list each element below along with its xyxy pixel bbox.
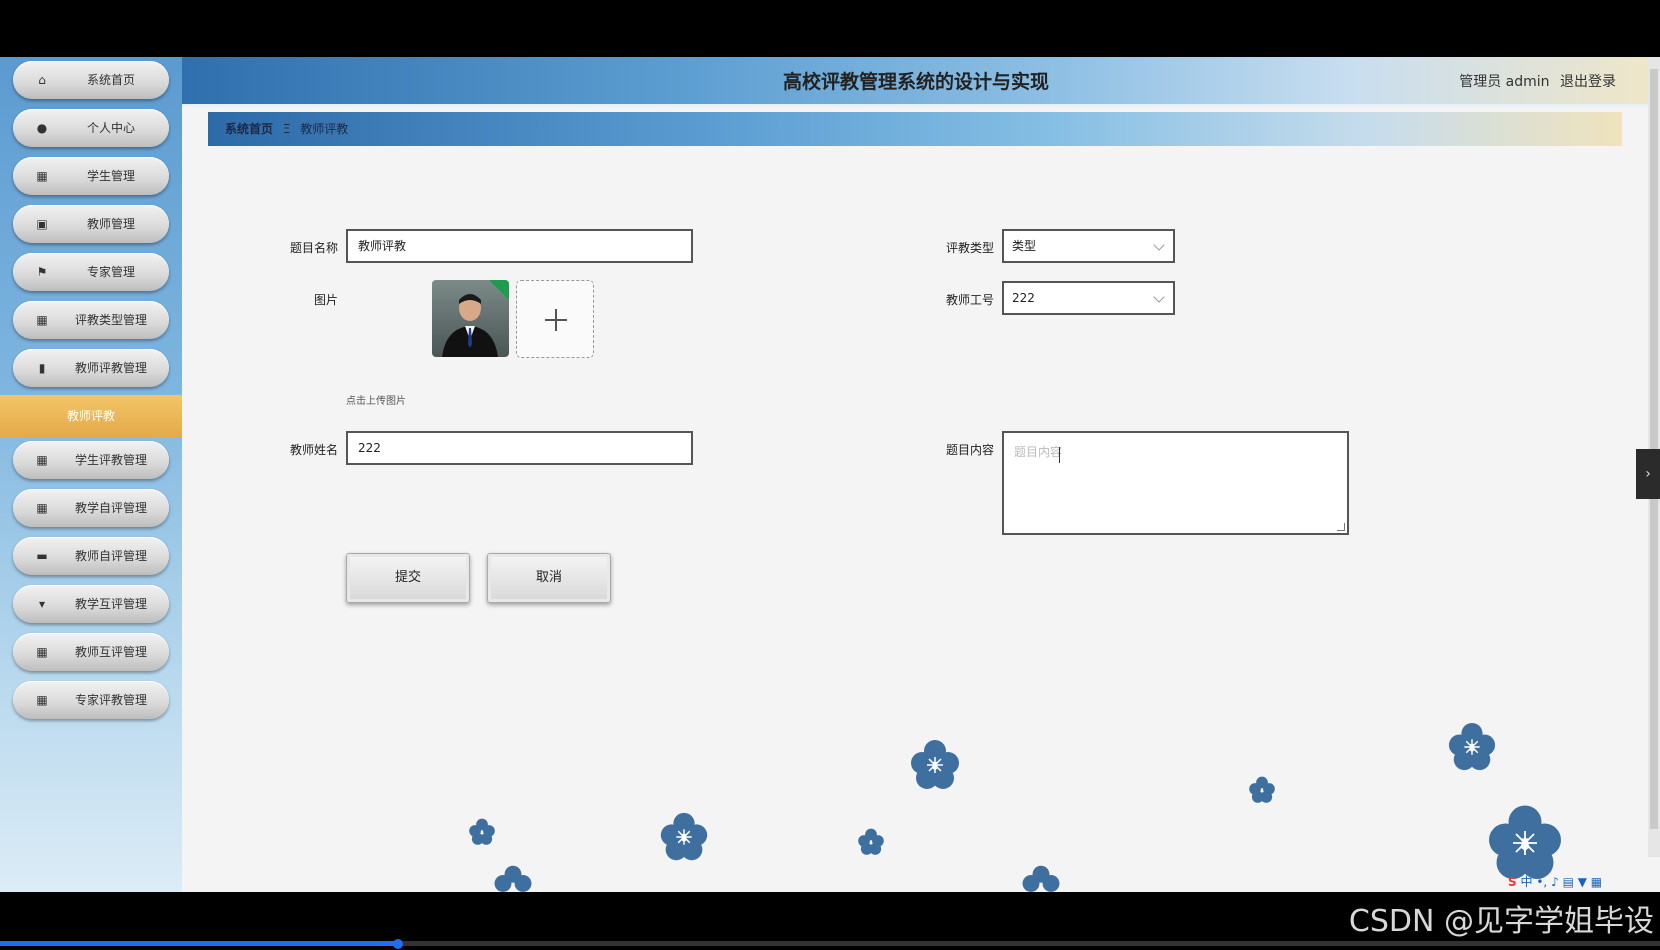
video-progress-knob[interactable]	[393, 939, 404, 949]
sidebar-item-label: 评教类型管理	[74, 313, 147, 327]
sidebar-item-label: 学生评教管理	[74, 453, 147, 467]
breadcrumb-current: 教师评教	[300, 122, 349, 136]
sidebar: ⌂ 系统首页 ● 个人中心 ▦ 学生管理 ▣ 教师管理 ⚑ 专家管理 ▦ 评教类…	[0, 57, 182, 892]
flower-decoration-icon	[1249, 776, 1275, 803]
ime-mode[interactable]: 中	[1520, 875, 1532, 889]
sidebar-item-label: 教师自评管理	[74, 549, 147, 563]
video-progress-fill	[0, 941, 399, 946]
sidebar-item-eval-types[interactable]: ▦ 评教类型管理	[13, 301, 169, 339]
microphone-icon: ♪	[1551, 875, 1559, 889]
breadcrumb-home[interactable]: 系统首页	[225, 122, 273, 136]
eval-type-select[interactable]: 类型	[1002, 229, 1175, 263]
grid-icon: ▦	[36, 453, 48, 467]
video-progress-bar[interactable]	[0, 939, 1660, 949]
podium-icon: ▾	[38, 597, 46, 611]
sidebar-item-active-teacher-eval[interactable]: 教师评教	[0, 395, 182, 437]
sidebar-item-teacher-peer-eval[interactable]: ▦ 教师互评管理	[13, 633, 169, 671]
sidebar-item-teacher-self-eval[interactable]: ▬ 教师自评管理	[13, 537, 169, 575]
flower-decoration-icon	[1022, 865, 1060, 892]
flower-decoration-icon	[494, 865, 532, 892]
chevron-right-icon: ›	[1645, 466, 1651, 482]
teacher-name-label: 教师姓名	[289, 443, 338, 457]
sidebar-item-label: 教学自评管理	[74, 501, 147, 515]
content-placeholder: 题目内容	[1014, 445, 1063, 459]
sidebar-item-expert-eval[interactable]: ▦ 专家评教管理	[13, 681, 169, 719]
skin-icon: ▼	[1577, 875, 1587, 889]
grid-icon: ▦	[36, 501, 48, 515]
sidebar-item-students[interactable]: ▦ 学生管理	[13, 157, 169, 195]
chevron-down-icon	[1153, 291, 1165, 303]
user-icon: ●	[36, 121, 48, 135]
grid-icon: ▦	[36, 693, 48, 707]
sidebar-item-profile[interactable]: ● 个人中心	[13, 109, 169, 147]
submit-button[interactable]: 提交	[346, 553, 470, 603]
sidebar-item-teachers[interactable]: ▣ 教师管理	[13, 205, 169, 243]
image-label: 图片	[313, 293, 338, 307]
title-input[interactable]: 教师评教	[346, 229, 693, 263]
image-upload-button[interactable]	[516, 280, 594, 358]
bar-chart-icon: ▮	[38, 361, 46, 375]
user-area: 管理员 admin 退出登录	[1459, 57, 1616, 107]
flower-decoration-icon	[660, 812, 708, 861]
sidebar-item-label: 系统首页	[86, 73, 135, 87]
image-corner-badge	[489, 280, 509, 300]
flower-decoration-icon	[469, 818, 495, 845]
user-name: 管理员 admin	[1459, 74, 1550, 90]
top-header: 高校评教管理系统的设计与实现 管理员 admin 退出登录	[182, 57, 1650, 107]
sidebar-item-label: 教学互评管理	[74, 597, 147, 611]
sidebar-item-experts[interactable]: ⚑ 专家管理	[13, 253, 169, 291]
cancel-button[interactable]: 取消	[487, 553, 611, 603]
sidebar-item-label: 学生管理	[86, 169, 135, 183]
page-title: 高校评教管理系统的设计与实现	[782, 71, 1049, 93]
teacher-id-label: 教师工号	[945, 293, 994, 307]
sidebar-item-teaching-peer-eval[interactable]: ▾ 教学互评管理	[13, 585, 169, 623]
uploaded-image[interactable]	[432, 280, 509, 357]
flower-decoration-icon	[858, 828, 884, 855]
sidebar-item-label: 专家管理	[86, 265, 135, 279]
home-icon: ⌂	[38, 73, 46, 87]
content-textarea[interactable]: 题目内容	[1002, 431, 1349, 535]
title-label: 题目名称	[289, 241, 338, 255]
punctuation-icon: •,	[1536, 875, 1548, 889]
app-window: ⌂ 系统首页 ● 个人中心 ▦ 学生管理 ▣ 教师管理 ⚑ 专家管理 ▦ 评教类…	[0, 57, 1660, 892]
sidebar-item-teacher-eval[interactable]: ▮ 教师评教管理	[13, 349, 169, 387]
eval-type-value: 类型	[1012, 239, 1037, 253]
watermark: CSDN @见字学姐毕设	[1348, 904, 1654, 939]
keyboard-icon: ▤	[1562, 875, 1574, 889]
sidebar-item-label: 教师评教管理	[74, 361, 147, 375]
clipboard-icon: ▣	[36, 217, 48, 231]
chevron-down-icon	[1153, 239, 1165, 251]
sidebar-item-label: 专家评教管理	[74, 693, 147, 707]
breadcrumb-separator: Ξ	[282, 122, 291, 136]
teacher-id-value: 222	[1012, 291, 1035, 305]
grid-icon: ▦	[36, 313, 48, 327]
sidebar-item-label: 个人中心	[86, 121, 135, 135]
grid-icon: ▦	[36, 169, 48, 183]
sidebar-item-student-eval[interactable]: ▦ 学生评教管理	[13, 441, 169, 479]
text-cursor-icon	[1059, 447, 1060, 463]
briefcase-icon: ▬	[36, 549, 48, 563]
apps-icon: ▦	[1590, 875, 1603, 889]
resize-handle[interactable]	[1337, 523, 1345, 531]
teacher-name-input[interactable]: 222	[346, 431, 693, 465]
screen-frame: ⌂ 系统首页 ● 个人中心 ▦ 学生管理 ▣ 教师管理 ⚑ 专家管理 ▦ 评教类…	[0, 0, 1660, 950]
flower-decoration-icon	[911, 740, 959, 789]
flag-icon: ⚑	[36, 265, 48, 279]
logout-link[interactable]: 退出登录	[1560, 74, 1616, 90]
ime-toolbar[interactable]: S 中 •, ♪ ▤ ▼ ▦	[1508, 873, 1602, 891]
grid-icon: ▦	[36, 645, 48, 659]
side-panel-toggle[interactable]: ›	[1636, 449, 1660, 499]
sidebar-item-label: 教师管理	[86, 217, 135, 231]
eval-type-label: 评教类型	[945, 241, 994, 255]
breadcrumb: 系统首页 Ξ 教师评教	[208, 112, 1622, 146]
ime-logo: S	[1508, 875, 1517, 889]
upload-hint: 点击上传图片	[346, 396, 406, 407]
content-label: 题目内容	[945, 443, 994, 457]
sidebar-item-home[interactable]: ⌂ 系统首页	[13, 61, 169, 99]
flower-decoration-icon	[1489, 805, 1561, 879]
teacher-id-select[interactable]: 222	[1002, 281, 1175, 315]
sidebar-item-label: 教师互评管理	[74, 645, 147, 659]
flower-decoration-icon	[1448, 722, 1496, 771]
sidebar-item-teaching-self-eval[interactable]: ▦ 教学自评管理	[13, 489, 169, 527]
